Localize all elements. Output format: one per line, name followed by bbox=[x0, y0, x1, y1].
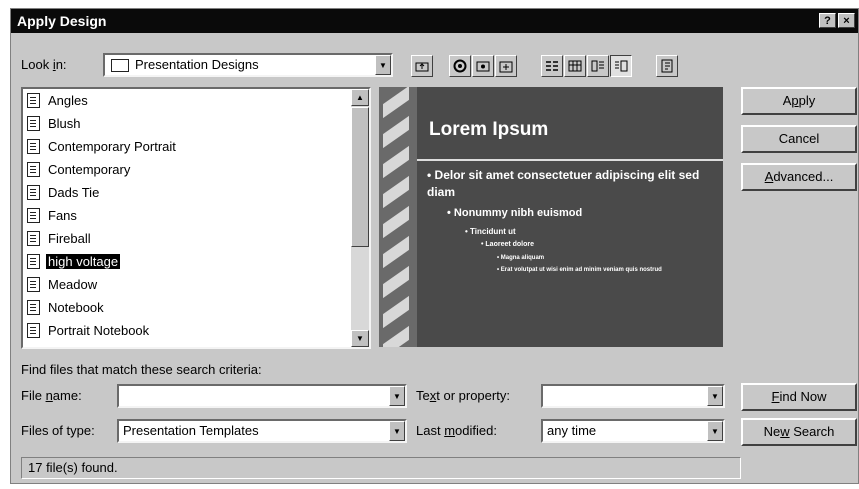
look-in-combo[interactable]: Presentation Designs ▼ bbox=[103, 53, 393, 77]
chevron-down-icon[interactable]: ▼ bbox=[389, 421, 405, 441]
design-template-icon bbox=[27, 253, 40, 269]
list-view-button[interactable] bbox=[541, 55, 563, 77]
list-item[interactable]: Angles bbox=[27, 89, 90, 111]
apply-button[interactable]: Apply bbox=[741, 87, 857, 115]
up-one-level-button[interactable] bbox=[411, 55, 433, 77]
design-template-icon bbox=[27, 230, 40, 246]
preview-view-button[interactable] bbox=[610, 55, 632, 77]
list-item-label: Notebook bbox=[48, 299, 104, 315]
scroll-up-icon[interactable]: ▲ bbox=[351, 89, 369, 106]
design-template-icon bbox=[27, 276, 40, 292]
list-item-label: Dads Tie bbox=[48, 184, 100, 200]
file-name-label: File name: bbox=[21, 388, 82, 403]
scroll-down-icon[interactable]: ▼ bbox=[351, 330, 369, 347]
new-search-button[interactable]: New Search bbox=[741, 418, 857, 446]
chevron-down-icon[interactable]: ▼ bbox=[389, 386, 405, 406]
list-item-label: Angles bbox=[48, 92, 88, 108]
advanced-button[interactable]: Advanced... bbox=[741, 163, 857, 191]
list-item[interactable]: Meadow bbox=[27, 273, 99, 295]
list-item-label: high voltage bbox=[46, 253, 121, 269]
list-item-label: Fans bbox=[48, 207, 77, 223]
preview-bullet-5: • Magna aliquam bbox=[497, 255, 545, 261]
help-button[interactable]: ? bbox=[819, 13, 836, 28]
look-in-value: Presentation Designs bbox=[135, 57, 259, 72]
preview-bullet-3: • Tincidunt ut bbox=[465, 227, 516, 236]
commands-settings-button[interactable] bbox=[656, 55, 678, 77]
design-template-icon bbox=[27, 92, 40, 108]
files-of-type-select[interactable]: Presentation Templates ▼ bbox=[117, 419, 407, 443]
design-template-icon bbox=[27, 299, 40, 315]
text-property-label: Text or property: bbox=[416, 388, 510, 403]
preview-bullet-2: • Nonummy nibh euismod bbox=[447, 207, 583, 219]
preview-bullet-6: • Erat volutpat ut wisi enim ad minim ve… bbox=[497, 267, 662, 273]
chevron-down-icon[interactable]: ▼ bbox=[707, 421, 723, 441]
file-list-scrollbar[interactable]: ▲ ▼ bbox=[351, 89, 369, 347]
details-view-button[interactable] bbox=[564, 55, 586, 77]
list-item[interactable]: Blush bbox=[27, 112, 83, 134]
list-item[interactable]: Notebook bbox=[27, 296, 106, 318]
look-in-label: Look in: bbox=[21, 57, 67, 72]
last-modified-select[interactable]: any time ▼ bbox=[541, 419, 725, 443]
file-list[interactable]: Angles Blush Contemporary Portrait Conte… bbox=[21, 87, 371, 349]
last-modified-label: Last modified: bbox=[416, 423, 497, 438]
preview-bullet-4: • Laoreet dolore bbox=[481, 241, 535, 248]
search-web-button[interactable] bbox=[449, 55, 471, 77]
look-in-favorites-icon bbox=[476, 61, 490, 72]
list-item-label: Contemporary bbox=[48, 161, 131, 177]
status-bar: 17 file(s) found. bbox=[21, 457, 741, 479]
chevron-down-icon[interactable]: ▼ bbox=[707, 386, 723, 406]
design-preview: Lorem Ipsum • Delor sit amet consectetue… bbox=[379, 87, 723, 347]
design-template-icon bbox=[27, 138, 40, 154]
find-now-button[interactable]: Find Now bbox=[741, 383, 857, 411]
title-bar[interactable]: Apply Design ? × bbox=[11, 9, 858, 33]
last-modified-value: any time bbox=[547, 423, 597, 438]
design-template-icon bbox=[27, 322, 40, 338]
cancel-button[interactable]: Cancel bbox=[741, 125, 857, 153]
look-in-favorites-button[interactable] bbox=[472, 55, 494, 77]
add-to-favorites-icon bbox=[499, 61, 513, 73]
close-button[interactable]: × bbox=[838, 13, 855, 28]
preview-title: Lorem Ipsum bbox=[429, 119, 549, 140]
file-name-input[interactable]: ▼ bbox=[117, 384, 407, 408]
list-item[interactable]: Portrait Notebook bbox=[27, 319, 151, 341]
add-to-favorites-button[interactable] bbox=[495, 55, 517, 77]
commands-settings-icon bbox=[661, 59, 673, 73]
list-item-label: Fireball bbox=[48, 230, 91, 246]
design-template-icon bbox=[27, 207, 40, 223]
properties-view-icon bbox=[591, 60, 604, 72]
list-view-icon bbox=[546, 61, 558, 71]
preview-divider bbox=[417, 159, 723, 161]
search-criteria-label: Find files that match these search crite… bbox=[21, 362, 262, 377]
list-item-selected[interactable]: high voltage bbox=[27, 250, 121, 272]
list-item-label: Blush bbox=[48, 115, 81, 131]
list-item[interactable]: Dads Tie bbox=[27, 181, 101, 203]
chevron-down-icon[interactable]: ▼ bbox=[375, 55, 391, 75]
list-item-label: Contemporary Portrait bbox=[48, 138, 176, 154]
up-one-level-icon bbox=[415, 62, 429, 72]
search-web-icon bbox=[453, 59, 467, 73]
design-template-icon bbox=[27, 184, 40, 200]
list-item[interactable]: Fans bbox=[27, 204, 79, 226]
preview-view-icon bbox=[615, 60, 628, 72]
files-of-type-value: Presentation Templates bbox=[123, 423, 259, 438]
list-item[interactable]: Contemporary bbox=[27, 158, 132, 180]
list-item[interactable]: Contemporary Portrait bbox=[27, 135, 178, 157]
dialog-title: Apply Design bbox=[17, 13, 107, 29]
details-view-icon bbox=[568, 60, 582, 72]
preview-bullet-1: • Delor sit amet consectetuer adipiscing… bbox=[427, 168, 700, 199]
properties-view-button[interactable] bbox=[587, 55, 609, 77]
design-template-icon bbox=[27, 161, 40, 177]
text-property-input[interactable]: ▼ bbox=[541, 384, 725, 408]
scroll-thumb[interactable] bbox=[351, 107, 369, 247]
list-item-label: Portrait Notebook bbox=[48, 322, 150, 338]
apply-design-dialog: Apply Design ? × Look in: Presentation D… bbox=[10, 8, 859, 484]
list-item[interactable]: Fireball bbox=[27, 227, 93, 249]
folder-icon bbox=[111, 59, 129, 72]
list-item-label: Meadow bbox=[48, 276, 98, 292]
files-of-type-label: Files of type: bbox=[21, 423, 95, 438]
design-template-icon bbox=[27, 115, 40, 131]
